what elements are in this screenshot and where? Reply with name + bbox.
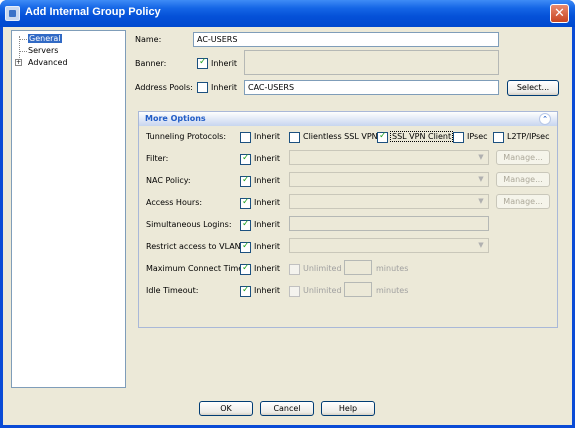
filter-label: Filter: <box>146 154 169 163</box>
banner-inherit-label: Inherit <box>211 59 238 68</box>
chevron-down-icon: ▼ <box>478 241 484 249</box>
nac-policy-label: NAC Policy: <box>146 176 191 185</box>
nac-policy-inherit-label: Inherit <box>254 176 281 185</box>
max-connect-time-label: Maximum Connect Time: <box>146 264 246 273</box>
access-hours-inherit-label: Inherit <box>254 198 281 207</box>
banner-label: Banner: <box>135 59 167 68</box>
filter-manage-button[interactable]: Manage... <box>496 150 550 165</box>
max-connect-time-inherit-label: Inherit <box>254 264 281 273</box>
chevron-down-icon: ▼ <box>478 153 484 161</box>
access-hours-inherit-checkbox[interactable] <box>240 197 251 209</box>
window-title: Add Internal Group Policy <box>25 6 161 18</box>
tree-item-label: General <box>28 34 62 43</box>
restrict-vlan-inherit-label: Inherit <box>254 242 281 251</box>
nac-policy-inherit-checkbox[interactable] <box>240 175 251 187</box>
name-input[interactable]: AC-USERS <box>193 32 499 47</box>
l2tp-ipsec-checkbox[interactable] <box>493 132 504 143</box>
tree-item-servers[interactable]: Servers <box>28 46 58 55</box>
name-label: Name: <box>135 35 162 44</box>
access-hours-label: Access Hours: <box>146 198 203 207</box>
restrict-vlan-select[interactable]: ▼ <box>289 238 489 253</box>
clientless-ssl-vpn-checkbox[interactable] <box>289 132 300 143</box>
l2tp-ipsec-label: L2TP/IPsec <box>507 132 550 141</box>
more-options-panel: More Options ⌃ Tunneling Protocols: Inhe… <box>138 111 558 328</box>
restrict-vlan-inherit-checkbox[interactable] <box>240 241 251 253</box>
banner-textarea[interactable] <box>244 50 499 75</box>
idle-timeout-unlimited-label: Unlimited <box>303 286 342 295</box>
filter-select[interactable]: ▼ <box>289 150 489 165</box>
tree-item-general[interactable]: General <box>28 34 62 43</box>
select-button[interactable]: Select... <box>507 80 559 96</box>
ssl-vpn-client-checkbox[interactable] <box>377 131 388 143</box>
idle-timeout-input[interactable] <box>344 282 372 297</box>
expand-icon[interactable]: + <box>15 59 22 66</box>
address-pools-label: Address Pools: <box>135 83 193 92</box>
more-options-title: More Options <box>145 114 206 123</box>
tunneling-inherit-label: Inherit <box>254 132 281 141</box>
access-hours-manage-button[interactable]: Manage... <box>496 194 550 209</box>
max-connect-time-input[interactable] <box>344 260 372 275</box>
idle-timeout-unlimited-checkbox[interactable] <box>289 286 300 297</box>
chevron-down-icon: ▼ <box>478 197 484 205</box>
ok-button[interactable]: OK <box>199 401 253 416</box>
ipsec-checkbox[interactable] <box>453 132 464 143</box>
banner-inherit-checkbox[interactable] <box>197 57 208 69</box>
idle-timeout-unit: minutes <box>376 286 409 295</box>
simultaneous-logins-inherit-label: Inherit <box>254 220 281 229</box>
tree-connector <box>20 51 27 52</box>
max-connect-time-inherit-checkbox[interactable] <box>240 263 251 275</box>
tunneling-protocols-label: Tunneling Protocols: <box>146 132 227 141</box>
access-hours-select[interactable]: ▼ <box>289 194 489 209</box>
tree-item-advanced[interactable]: Advanced <box>28 58 68 67</box>
simultaneous-logins-label: Simultaneous Logins: <box>146 220 232 229</box>
tunneling-inherit-checkbox[interactable] <box>240 132 251 143</box>
help-button[interactable]: Help <box>321 401 375 416</box>
close-button[interactable]: ✕ <box>550 4 569 23</box>
collapse-icon[interactable]: ⌃ <box>539 113 551 125</box>
dialog-client-area: General Servers + Advanced Name: AC-USER… <box>3 27 572 425</box>
restrict-vlan-label: Restrict access to VLAN: <box>146 242 244 251</box>
filter-inherit-checkbox[interactable] <box>240 153 251 165</box>
title-bar[interactable]: Add Internal Group Policy ✕ <box>0 0 575 27</box>
max-connect-time-unit: minutes <box>376 264 409 273</box>
filter-inherit-label: Inherit <box>254 154 281 163</box>
max-connect-time-unlimited-checkbox[interactable] <box>289 264 300 275</box>
tree-connector <box>20 39 27 40</box>
clientless-ssl-vpn-label: Clientless SSL VPN <box>303 132 378 141</box>
simultaneous-logins-input[interactable] <box>289 216 489 231</box>
address-pools-input[interactable]: CAC-USERS <box>244 80 499 95</box>
address-pools-inherit-label: Inherit <box>211 83 238 92</box>
cancel-button[interactable]: Cancel <box>260 401 314 416</box>
nac-policy-manage-button[interactable]: Manage... <box>496 172 550 187</box>
simultaneous-logins-inherit-checkbox[interactable] <box>240 219 251 231</box>
more-options-header[interactable]: More Options ⌃ <box>139 112 557 126</box>
ipsec-label: IPsec <box>467 132 488 141</box>
idle-timeout-inherit-label: Inherit <box>254 286 281 295</box>
navigation-tree: General Servers + Advanced <box>11 30 126 388</box>
chevron-down-icon: ▼ <box>478 175 484 183</box>
max-connect-time-unlimited-label: Unlimited <box>303 264 342 273</box>
address-pools-inherit-checkbox[interactable] <box>197 82 208 93</box>
dialog-window: Add Internal Group Policy ✕ General Serv… <box>0 0 575 428</box>
idle-timeout-label: Idle Timeout: <box>146 286 199 295</box>
nac-policy-select[interactable]: ▼ <box>289 172 489 187</box>
app-icon <box>5 6 20 21</box>
ssl-vpn-client-label: SSL VPN Client <box>390 131 454 142</box>
idle-timeout-inherit-checkbox[interactable] <box>240 285 251 297</box>
